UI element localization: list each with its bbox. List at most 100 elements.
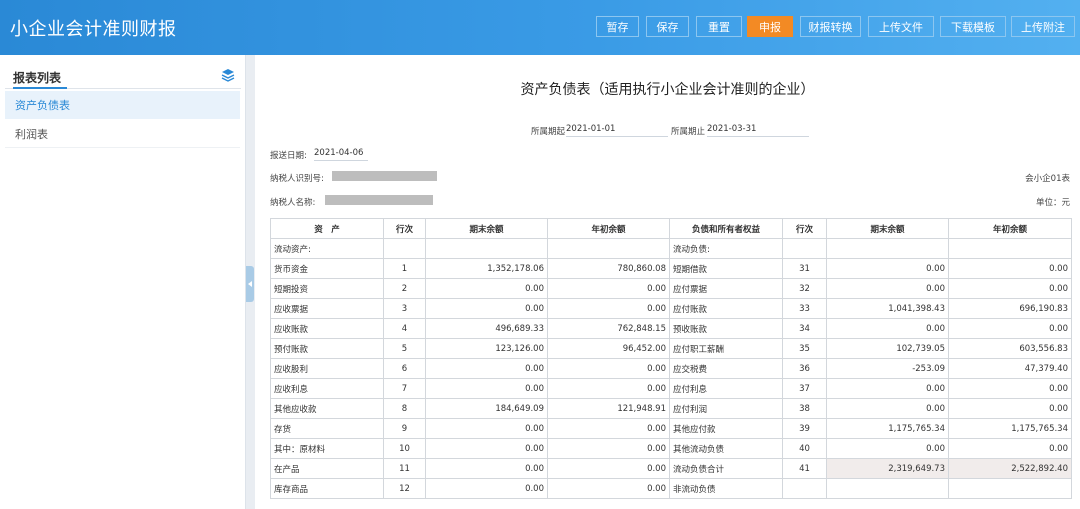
asset-line-cell: 9	[383, 418, 426, 439]
upload-file-button[interactable]: 上传文件	[868, 16, 934, 37]
table-row: 短期投资 2 0.00 0.00 应付票据 32 0.00 0.00	[270, 278, 1072, 299]
asset-beginning-balance-cell[interactable]: 780,860.08	[547, 258, 670, 279]
liability-beginning-balance-cell[interactable]: 1,175,765.34	[948, 418, 1072, 439]
liability-ending-balance-cell[interactable]: 0.00	[826, 398, 949, 419]
asset-name-cell: 应收票据	[270, 298, 384, 319]
liability-beginning-balance-cell[interactable]: 47,379.40	[948, 358, 1072, 379]
liability-beginning-balance-cell[interactable]: 0.00	[948, 258, 1072, 279]
asset-beginning-balance-cell[interactable]: 0.00	[547, 358, 670, 379]
taxpayer-id-redacted	[332, 171, 437, 181]
asset-line-cell: 12	[383, 478, 426, 499]
asset-ending-balance-cell[interactable]: 184,649.09	[425, 398, 548, 419]
liability-line-cell: 37	[782, 378, 827, 399]
column-header: 期末余额	[826, 218, 949, 239]
table-row: 应收股利 6 0.00 0.00 应交税费 36 -253.09 47,379.40	[270, 358, 1072, 379]
table-row: 流动资产: 流动负债:	[270, 238, 1072, 259]
asset-ending-balance-cell[interactable]: 1,352,178.06	[425, 258, 548, 279]
liability-beginning-balance-cell[interactable]: 0.00	[948, 378, 1072, 399]
liability-name-cell: 其他流动负债	[669, 438, 783, 459]
declare-button[interactable]: 申报	[747, 16, 793, 37]
liability-beginning-balance-cell[interactable]	[948, 478, 1072, 499]
liability-beginning-balance-cell[interactable]: 0.00	[948, 318, 1072, 339]
sidebar-title: 报表列表	[13, 71, 68, 89]
period-start-field[interactable]: 2021-01-01	[566, 124, 668, 137]
liability-ending-balance-cell[interactable]: 1,175,765.34	[826, 418, 949, 439]
liability-beginning-balance-cell[interactable]: 0.00	[948, 438, 1072, 459]
liability-name-cell: 预收账款	[669, 318, 783, 339]
reset-button[interactable]: 重置	[696, 16, 742, 37]
asset-beginning-balance-cell[interactable]: 121,948.91	[547, 398, 670, 419]
asset-line-cell: 10	[383, 438, 426, 459]
asset-name-cell: 存货	[270, 418, 384, 439]
liability-name-cell: 流动负债合计	[669, 458, 783, 479]
asset-beginning-balance-cell[interactable]: 0.00	[547, 458, 670, 479]
liability-beginning-balance-cell[interactable]: 0.00	[948, 278, 1072, 299]
liability-name-cell: 应付账款	[669, 298, 783, 319]
liability-beginning-balance-cell[interactable]: 603,556.83	[948, 338, 1072, 359]
asset-ending-balance-cell[interactable]: 0.00	[425, 478, 548, 499]
layers-icon[interactable]	[221, 68, 235, 82]
asset-beginning-balance-cell[interactable]: 0.00	[547, 438, 670, 459]
sidebar-item-income-statement[interactable]: 利润表	[5, 120, 240, 148]
sidebar-collapse-handle[interactable]	[246, 266, 254, 302]
period-end-field[interactable]: 2021-03-31	[707, 124, 809, 137]
liability-beginning-balance-cell[interactable]: 696,190.83	[948, 298, 1072, 319]
submit-date-field[interactable]: 2021-04-06	[314, 148, 368, 161]
liability-ending-balance-cell[interactable]	[826, 238, 949, 259]
liability-ending-balance-cell[interactable]: -253.09	[826, 358, 949, 379]
liability-ending-balance-cell[interactable]: 2,319,649.73	[826, 458, 949, 479]
asset-beginning-balance-cell[interactable]: 0.00	[547, 278, 670, 299]
liability-beginning-balance-cell[interactable]	[948, 238, 1072, 259]
asset-beginning-balance-cell[interactable]: 762,848.15	[547, 318, 670, 339]
asset-ending-balance-cell[interactable]: 0.00	[425, 378, 548, 399]
save-button[interactable]: 保存	[646, 16, 689, 37]
report-convert-button[interactable]: 财报转换	[800, 16, 861, 37]
asset-beginning-balance-cell[interactable]: 96,452.00	[547, 338, 670, 359]
liability-ending-balance-cell[interactable]: 0.00	[826, 438, 949, 459]
asset-ending-balance-cell[interactable]: 123,126.00	[425, 338, 548, 359]
period-end-label: 所属期止	[671, 127, 706, 137]
liability-line-cell: 40	[782, 438, 827, 459]
liability-ending-balance-cell[interactable]: 0.00	[826, 278, 949, 299]
liability-name-cell: 短期借款	[669, 258, 783, 279]
asset-ending-balance-cell[interactable]: 0.00	[425, 278, 548, 299]
asset-ending-balance-cell[interactable]: 0.00	[425, 438, 548, 459]
liability-ending-balance-cell[interactable]: 102,739.05	[826, 338, 949, 359]
asset-beginning-balance-cell[interactable]	[547, 238, 670, 259]
download-template-button[interactable]: 下载模板	[940, 16, 1006, 37]
temp-save-button[interactable]: 暂存	[596, 16, 639, 37]
asset-ending-balance-cell[interactable]: 0.00	[425, 298, 548, 319]
liability-beginning-balance-cell[interactable]: 0.00	[948, 398, 1072, 419]
liability-ending-balance-cell[interactable]: 0.00	[826, 378, 949, 399]
liability-ending-balance-cell[interactable]: 0.00	[826, 258, 949, 279]
column-header: 行次	[782, 218, 827, 239]
taxpayer-name-redacted	[325, 195, 433, 205]
asset-ending-balance-cell[interactable]: 0.00	[425, 418, 548, 439]
liability-line-cell: 34	[782, 318, 827, 339]
liability-ending-balance-cell[interactable]: 0.00	[826, 318, 949, 339]
asset-name-cell: 应收利息	[270, 378, 384, 399]
asset-ending-balance-cell[interactable]: 0.00	[425, 458, 548, 479]
taxpayer-name-label: 纳税人名称:	[270, 198, 316, 208]
liability-ending-balance-cell[interactable]: 1,041,398.43	[826, 298, 949, 319]
asset-ending-balance-cell[interactable]: 496,689.33	[425, 318, 548, 339]
report-title: 资产负债表（适用执行小企业会计准则的企业）	[520, 82, 815, 98]
asset-name-cell: 其他应收款	[270, 398, 384, 419]
liability-beginning-balance-cell[interactable]: 2,522,892.40	[948, 458, 1072, 479]
asset-beginning-balance-cell[interactable]: 0.00	[547, 378, 670, 399]
asset-ending-balance-cell[interactable]: 0.00	[425, 358, 548, 379]
asset-beginning-balance-cell[interactable]: 0.00	[547, 418, 670, 439]
asset-name-cell: 库存商品	[270, 478, 384, 499]
asset-name-cell: 应收股利	[270, 358, 384, 379]
liability-ending-balance-cell[interactable]	[826, 478, 949, 499]
liability-line-cell	[782, 238, 827, 259]
asset-ending-balance-cell[interactable]	[425, 238, 548, 259]
unit-label: 单位：元	[1035, 198, 1070, 208]
upload-notes-button[interactable]: 上传附注	[1011, 16, 1075, 37]
sidebar-header: 报表列表	[5, 65, 241, 89]
sidebar-item-balance-sheet[interactable]: 资产负债表	[5, 91, 240, 119]
asset-beginning-balance-cell[interactable]: 0.00	[547, 478, 670, 499]
asset-beginning-balance-cell[interactable]: 0.00	[547, 298, 670, 319]
asset-line-cell: 8	[383, 398, 426, 419]
table-row: 库存商品 12 0.00 0.00 非流动负债	[270, 478, 1072, 499]
